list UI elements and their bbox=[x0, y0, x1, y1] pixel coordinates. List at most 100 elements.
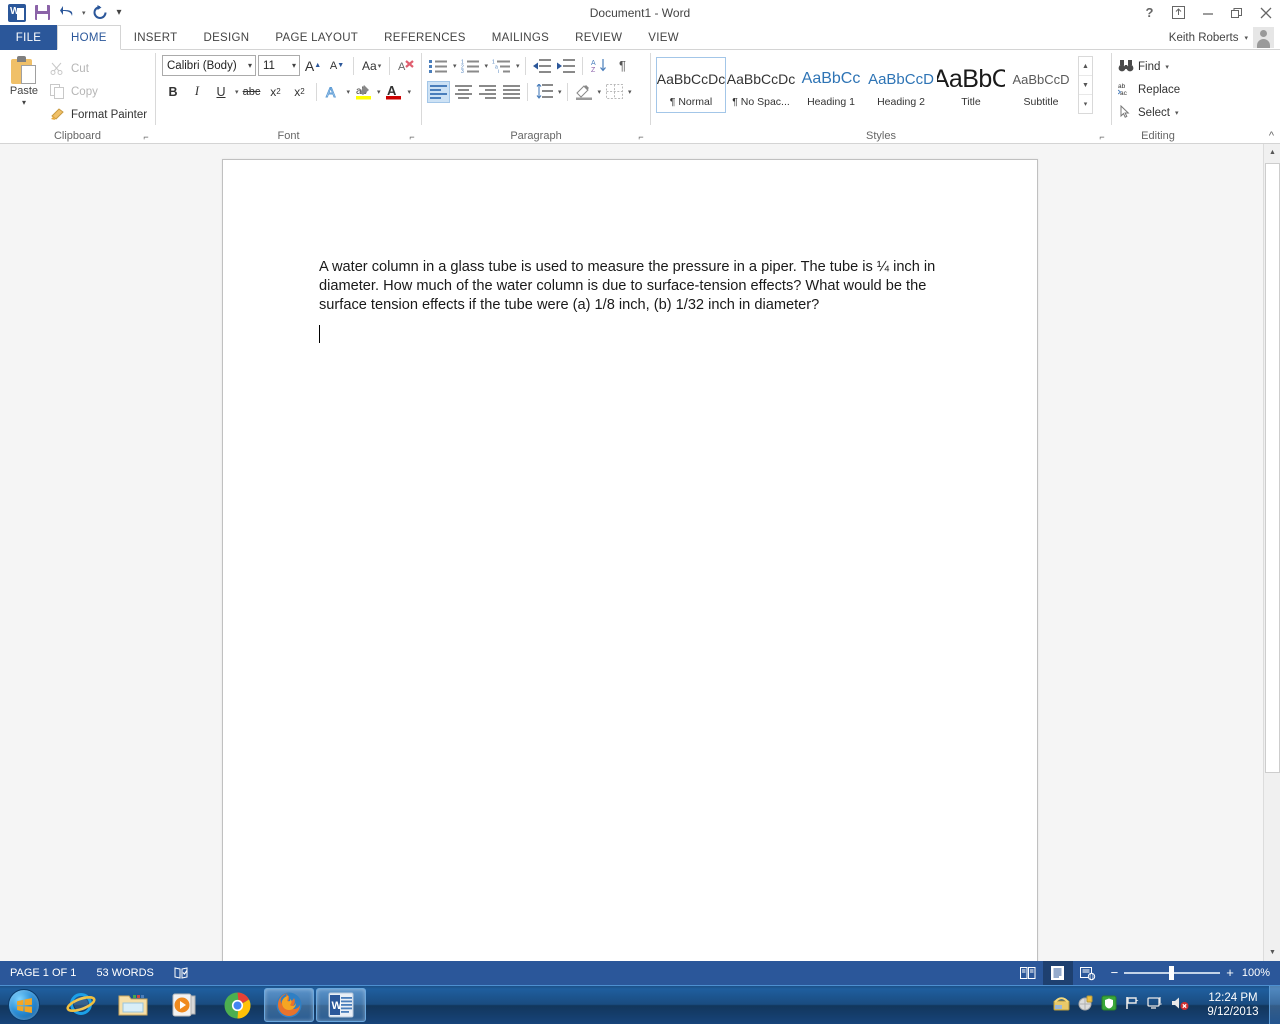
zoom-thumb[interactable] bbox=[1169, 966, 1175, 980]
styles-gallery-scrollbar[interactable]: ▲ ▼ ▾ bbox=[1078, 56, 1093, 114]
font-name-combo[interactable]: Calibri (Body) ▾ bbox=[162, 55, 256, 76]
tab-page-layout[interactable]: PAGE LAYOUT bbox=[262, 25, 371, 50]
print-layout-view-button[interactable] bbox=[1042, 961, 1073, 985]
web-layout-view-button[interactable] bbox=[1073, 961, 1103, 985]
minimize-button[interactable] bbox=[1193, 0, 1222, 25]
redo-icon[interactable] bbox=[89, 2, 111, 24]
word-count[interactable]: 53 WORDS bbox=[86, 967, 163, 979]
select-caret[interactable]: ▾ bbox=[1175, 109, 1179, 117]
document-page[interactable]: A water column in a glass tube is used t… bbox=[222, 159, 1038, 961]
tray-volume-muted-icon[interactable] bbox=[1171, 995, 1189, 1016]
start-button[interactable] bbox=[0, 987, 48, 1024]
avatar[interactable] bbox=[1253, 27, 1274, 48]
undo-icon[interactable] bbox=[56, 2, 78, 24]
change-case-icon[interactable]: Aa ▾ bbox=[359, 55, 384, 77]
increase-indent-icon[interactable] bbox=[555, 55, 577, 77]
zoom-track[interactable] bbox=[1124, 966, 1221, 980]
zoom-in-button[interactable]: + bbox=[1226, 966, 1234, 979]
document-body-text[interactable]: A water column in a glass tube is used t… bbox=[319, 258, 944, 315]
style-item-subtitle[interactable]: AaBbCcD Subtitle bbox=[1006, 57, 1076, 113]
grow-font-icon[interactable]: A ▲ bbox=[302, 55, 324, 77]
text-effects-caret[interactable]: ▾ bbox=[347, 88, 351, 96]
style-item-heading-2[interactable]: AaBbCcD Heading 2 bbox=[866, 57, 936, 113]
paragraph-dialog-launcher[interactable]: ⌐ bbox=[636, 132, 646, 142]
strikethrough-button[interactable]: abc bbox=[241, 81, 263, 103]
style-item-normal[interactable]: AaBbCcDc ¶ Normal bbox=[656, 57, 726, 113]
multilevel-list-icon[interactable]: 1ai bbox=[490, 55, 513, 77]
shrink-font-icon[interactable]: A ▼ bbox=[326, 55, 348, 77]
style-item-no-spacing[interactable]: AaBbCcDc ¶ No Spac... bbox=[726, 57, 796, 113]
tray-flag-icon[interactable] bbox=[1124, 995, 1140, 1016]
page-indicator[interactable]: PAGE 1 OF 1 bbox=[0, 967, 86, 979]
tab-review[interactable]: REVIEW bbox=[562, 25, 635, 50]
scrollbar-thumb[interactable] bbox=[1265, 163, 1280, 773]
taskbar-microsoft-word[interactable]: W bbox=[316, 988, 366, 1022]
tab-view[interactable]: VIEW bbox=[635, 25, 692, 50]
replace-button[interactable]: ab ac Replace bbox=[1117, 79, 1180, 101]
scroll-down-icon[interactable]: ▼ bbox=[1264, 944, 1280, 961]
decrease-indent-icon[interactable] bbox=[531, 55, 553, 77]
taskbar-internet-explorer[interactable] bbox=[56, 988, 106, 1022]
zoom-level[interactable]: 100% bbox=[1242, 967, 1280, 979]
find-caret[interactable]: ▾ bbox=[1165, 63, 1169, 71]
style-item-title[interactable]: AaBbC Title bbox=[936, 57, 1006, 113]
customize-qat-icon[interactable]: ▾ bbox=[114, 7, 125, 18]
line-spacing-icon[interactable] bbox=[533, 81, 555, 103]
show-hide-formatting-icon[interactable]: ¶ bbox=[612, 55, 634, 77]
font-color-caret[interactable]: ▾ bbox=[408, 88, 412, 96]
font-dialog-launcher[interactable]: ⌐ bbox=[407, 132, 417, 142]
tab-mailings[interactable]: MAILINGS bbox=[479, 25, 562, 50]
align-left-button[interactable] bbox=[427, 80, 450, 103]
bullets-caret[interactable]: ▾ bbox=[453, 62, 457, 70]
format-painter-button[interactable]: Format Painter bbox=[48, 104, 147, 125]
text-highlight-color-icon[interactable]: ab bbox=[352, 81, 374, 103]
styles-scroll-down-icon[interactable]: ▼ bbox=[1079, 76, 1092, 95]
select-button[interactable]: Select ▾ bbox=[1118, 102, 1180, 124]
clipboard-dialog-launcher[interactable]: ⌐ bbox=[141, 132, 151, 142]
tab-references[interactable]: REFERENCES bbox=[371, 25, 479, 50]
italic-button[interactable]: I bbox=[186, 81, 208, 103]
multilevel-caret[interactable]: ▾ bbox=[516, 62, 520, 70]
vertical-scrollbar[interactable]: ▲ ▼ bbox=[1263, 144, 1280, 961]
taskbar-mozilla-firefox[interactable] bbox=[264, 988, 314, 1022]
align-right-button[interactable] bbox=[476, 81, 498, 103]
text-effects-icon[interactable]: A bbox=[322, 81, 344, 103]
account-area[interactable]: Keith Roberts ▾ bbox=[1169, 25, 1280, 50]
tab-file[interactable]: FILE bbox=[0, 25, 57, 50]
collapse-ribbon-button[interactable]: ^ bbox=[1269, 130, 1274, 142]
taskbar-google-chrome[interactable] bbox=[212, 988, 262, 1022]
underline-dropdown-caret[interactable]: ▾ bbox=[235, 88, 239, 96]
chevron-down-icon[interactable]: ▾ bbox=[248, 61, 252, 70]
center-button[interactable] bbox=[452, 81, 474, 103]
show-desktop-button[interactable] bbox=[1269, 985, 1280, 1024]
shading-icon[interactable] bbox=[573, 81, 595, 103]
find-button[interactable]: Find ▾ bbox=[1118, 56, 1180, 78]
tray-security-icon[interactable] bbox=[1077, 995, 1094, 1016]
underline-button[interactable]: U bbox=[210, 81, 232, 103]
shading-caret[interactable]: ▾ bbox=[598, 88, 602, 96]
bold-button[interactable]: B bbox=[162, 81, 184, 103]
account-dropdown-caret[interactable]: ▾ bbox=[1244, 34, 1248, 42]
numbering-caret[interactable]: ▾ bbox=[485, 62, 489, 70]
styles-gallery[interactable]: AaBbCcDc ¶ Normal AaBbCcDc ¶ No Spac... … bbox=[655, 56, 1077, 114]
chevron-down-icon[interactable]: ▾ bbox=[292, 61, 296, 70]
styles-more-icon[interactable]: ▾ bbox=[1079, 95, 1092, 113]
save-icon[interactable] bbox=[31, 2, 53, 24]
bullets-icon[interactable] bbox=[427, 55, 450, 77]
subscript-button[interactable]: x2 bbox=[265, 81, 287, 103]
proofing-errors-icon[interactable] bbox=[164, 966, 199, 980]
tab-design[interactable]: DESIGN bbox=[190, 25, 262, 50]
tray-shield-icon[interactable] bbox=[1101, 995, 1117, 1016]
taskbar-windows-media-player[interactable] bbox=[160, 988, 210, 1022]
scroll-up-icon[interactable]: ▲ bbox=[1264, 144, 1280, 161]
close-button[interactable] bbox=[1251, 0, 1280, 25]
tray-network-icon[interactable] bbox=[1147, 995, 1164, 1016]
word-icon[interactable] bbox=[6, 2, 28, 24]
numbering-icon[interactable]: 123 bbox=[459, 55, 482, 77]
zoom-out-button[interactable]: − bbox=[1111, 966, 1119, 979]
styles-dialog-launcher[interactable]: ⌐ bbox=[1097, 132, 1107, 142]
borders-caret[interactable]: ▾ bbox=[628, 88, 632, 96]
paste-dropdown-caret[interactable]: ▾ bbox=[22, 99, 26, 107]
style-item-heading-1[interactable]: AaBbCc Heading 1 bbox=[796, 57, 866, 113]
highlight-caret[interactable]: ▾ bbox=[377, 88, 381, 96]
